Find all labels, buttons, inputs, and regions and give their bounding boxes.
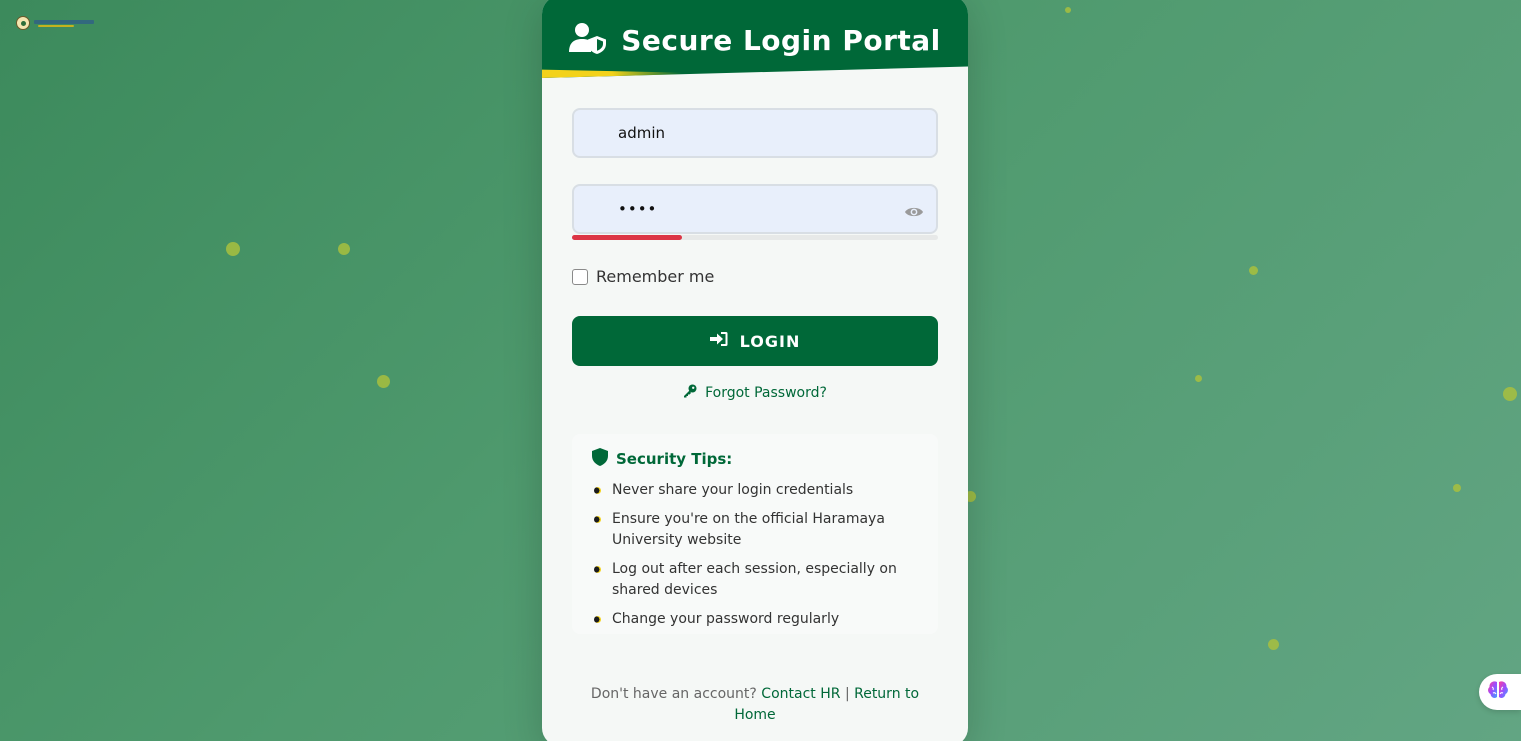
eye-icon[interactable] [904, 204, 924, 218]
security-tips-panel: Security Tips: Never share your login cr… [572, 434, 938, 634]
assistant-widget-button[interactable] [1479, 674, 1521, 710]
shield-icon [592, 448, 608, 470]
background-dot [1503, 387, 1517, 401]
list-item: Ensure you're on the official Haramaya U… [594, 509, 914, 551]
background-dot [1268, 639, 1279, 650]
background-dot [226, 242, 240, 256]
forgot-password-link[interactable]: Forgot Password? [542, 384, 968, 402]
remember-me-checkbox[interactable] [572, 268, 588, 285]
security-tips-title: Security Tips: [616, 450, 733, 468]
account-prompt: Don't have an account? [590, 686, 757, 702]
password-input[interactable] [618, 186, 878, 232]
remember-me-label: Remember me [596, 267, 715, 286]
header-accent-stripe [542, 69, 682, 78]
security-tips-list: Never share your login credentials Ensur… [594, 480, 914, 638]
background-dot [377, 375, 390, 388]
list-item: Never share your login credentials [594, 480, 914, 501]
card-header: Secure Login Portal [542, 0, 968, 78]
user-shield-icon [569, 22, 607, 58]
background-dot [1195, 375, 1202, 382]
sign-in-icon [709, 331, 728, 351]
password-strength-fill [572, 235, 682, 240]
contact-hr-link[interactable]: Contact HR [761, 686, 840, 702]
university-logo[interactable] [16, 16, 94, 30]
security-tips-heading: Security Tips: [592, 448, 732, 470]
bullet-icon [594, 566, 601, 573]
key-icon [683, 384, 697, 402]
username-field-wrapper [572, 108, 938, 158]
bullet-icon [594, 616, 601, 623]
username-input[interactable] [618, 110, 878, 156]
list-item: Change your password regularly [594, 609, 914, 630]
login-button-label: LOGIN [739, 331, 801, 351]
account-footer: Don't have an account? Contact HR | Retu… [582, 684, 928, 726]
login-button[interactable]: LOGIN [572, 316, 938, 366]
login-card: Secure Login Portal Remember me L [542, 0, 968, 741]
background-dot [1065, 7, 1071, 13]
page-title: Secure Login Portal [621, 23, 941, 57]
logo-wordmark [34, 19, 94, 27]
brain-icon [1487, 680, 1509, 704]
bullet-icon [594, 487, 601, 494]
password-field-wrapper [572, 184, 938, 234]
bullet-icon [594, 516, 601, 523]
footer-separator: | [844, 686, 850, 702]
background-dot [1249, 266, 1258, 275]
background-dot [338, 243, 350, 255]
list-item: Log out after each session, especially o… [594, 559, 914, 601]
background-dot [1453, 484, 1461, 492]
university-seal-icon [16, 16, 30, 30]
password-strength-meter [572, 235, 938, 240]
forgot-password-label: Forgot Password? [705, 385, 827, 401]
remember-me[interactable]: Remember me [572, 267, 714, 286]
